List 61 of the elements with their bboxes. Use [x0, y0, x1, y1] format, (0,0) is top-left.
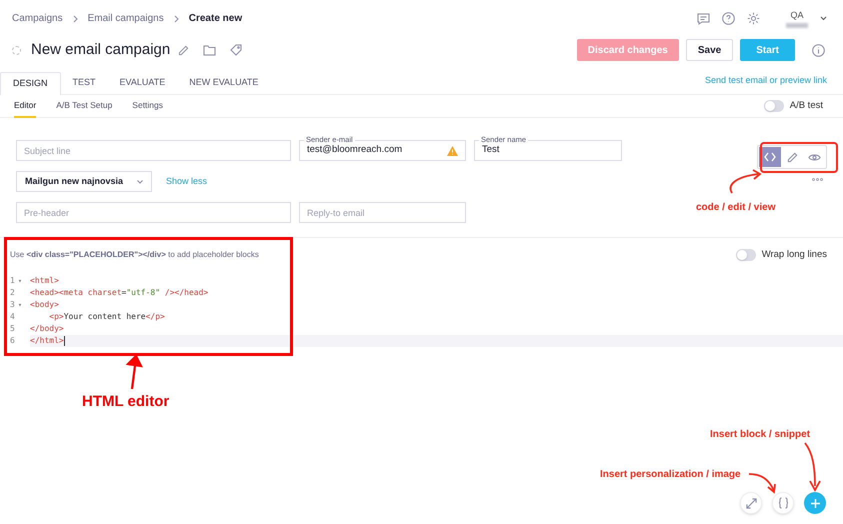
code-line: <html> — [30, 275, 60, 288]
code-line: <body> — [30, 299, 60, 312]
tab[interactable]: DESIGN — [0, 72, 61, 95]
breadcrumb-link[interactable]: Email campaigns — [88, 11, 164, 26]
toggle-switch[interactable] — [736, 249, 756, 262]
code-line: <p>Your content here</p> — [48, 311, 166, 324]
chevron-right-icon — [72, 14, 78, 22]
provider-dropdown[interactable]: Mailgun new najnovsia — [16, 171, 152, 192]
floating-button[interactable] — [804, 492, 826, 514]
tag-icon[interactable] — [230, 44, 242, 56]
breadcrumb-link[interactable]: Create new — [188, 11, 242, 26]
annotation-label: HTML editor — [82, 392, 170, 412]
chevron-right-icon — [174, 14, 179, 22]
line-number: 1 — [10, 275, 15, 288]
line-number: 3 — [10, 299, 15, 312]
tab[interactable]: TEST — [60, 71, 108, 94]
line-number: 5 — [10, 323, 15, 336]
braces-icon — [778, 497, 788, 509]
line-number: 2 — [10, 287, 15, 300]
folder-icon[interactable] — [203, 44, 216, 56]
floating-button[interactable] — [772, 492, 794, 514]
editor-hint: Use <div class="PLACEHOLDER"></div> to add placeholder blocks — [10, 249, 259, 262]
toggle-label: A/B test — [790, 98, 823, 113]
info-icon[interactable] — [812, 44, 825, 56]
chevron-down-icon — [137, 180, 143, 184]
settings-icon[interactable] — [747, 12, 760, 25]
reply-to-field[interactable]: Reply-to email — [299, 202, 466, 223]
toggle-label: Wrap long lines — [762, 248, 827, 262]
more-icon[interactable] — [812, 178, 823, 181]
annotation-label: code / edit / view — [696, 201, 776, 215]
tab[interactable]: EVALUATE — [108, 71, 178, 94]
annotation-arrow — [802, 442, 822, 492]
tab[interactable]: NEW EVALUATE — [177, 71, 270, 94]
annotation-label: Insert block / snippet — [710, 428, 810, 442]
subtab[interactable]: Editor — [14, 94, 36, 118]
pencil-icon[interactable] — [178, 44, 190, 56]
subtab[interactable]: Settings — [132, 94, 164, 118]
code-line: <head><meta charset="utf-8" /></head> — [30, 287, 210, 300]
plus-icon — [810, 498, 820, 508]
annotation-label: Insert personalization / image — [600, 468, 741, 482]
view-mode-button[interactable] — [759, 147, 781, 167]
chevron-down-icon[interactable] — [820, 16, 827, 21]
user-initials: QA — [790, 9, 804, 22]
help-icon[interactable] — [722, 12, 735, 25]
eye-icon — [808, 152, 820, 162]
pencil-icon — [786, 152, 798, 162]
action-button[interactable]: Save — [686, 39, 734, 61]
floating-button[interactable] — [740, 492, 762, 514]
subject-field[interactable]: Subject line — [16, 140, 291, 161]
code-icon — [764, 152, 776, 162]
blurred-user-name — [786, 22, 808, 28]
toggle-switch[interactable] — [764, 100, 784, 112]
line-number: 4 — [10, 311, 15, 324]
chat-icon[interactable] — [697, 12, 710, 24]
expand-icon — [746, 498, 756, 508]
code-line: </body> — [30, 323, 65, 336]
line-number: 6 — [10, 335, 15, 348]
preheader-field[interactable]: Pre-header — [16, 202, 291, 223]
subtab[interactable]: A/B Test Setup — [56, 94, 112, 118]
campaign-title: New email campaign — [31, 40, 170, 60]
breadcrumb-link[interactable]: Campaigns — [12, 11, 63, 26]
